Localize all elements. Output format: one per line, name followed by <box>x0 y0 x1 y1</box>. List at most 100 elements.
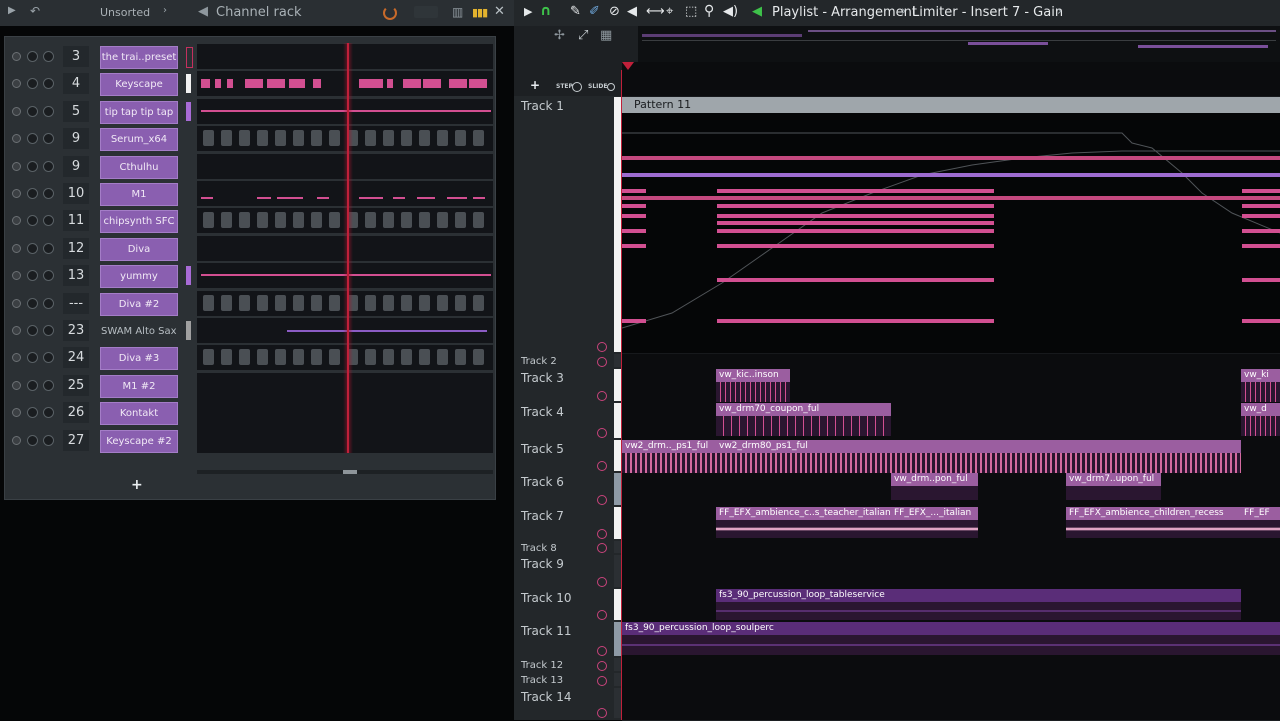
step-button[interactable] <box>419 349 430 366</box>
track-name[interactable]: Track 7 <box>521 509 564 523</box>
channel-mute-led[interactable] <box>12 298 21 308</box>
channel-select-indicator[interactable] <box>186 211 191 230</box>
channel-row[interactable]: --- Diva #2 <box>5 290 495 317</box>
channel-name-button[interactable]: Diva #3 <box>100 347 178 371</box>
volume-knob[interactable] <box>43 160 54 172</box>
mixer-track-number[interactable]: 10 <box>63 183 89 204</box>
channel-row[interactable]: 10 M1 <box>5 180 495 207</box>
audio-clip[interactable]: FF_EF <box>1241 507 1280 520</box>
step-button[interactable] <box>473 349 484 366</box>
swing-knob[interactable] <box>383 6 397 20</box>
channel-select-indicator[interactable] <box>186 129 191 148</box>
track-lane[interactable] <box>622 555 1280 590</box>
track-name[interactable]: Track 4 <box>521 405 564 419</box>
pan-knob[interactable] <box>27 215 38 227</box>
channel-mute-led[interactable] <box>12 326 21 335</box>
step-button[interactable] <box>401 294 412 311</box>
channel-mute-led[interactable] <box>12 189 21 198</box>
step-button[interactable] <box>311 212 322 229</box>
step-button[interactable] <box>293 212 304 229</box>
play-arrow-icon[interactable]: ▶ <box>8 5 16 16</box>
step-button[interactable] <box>239 212 250 229</box>
step-button[interactable] <box>221 130 232 147</box>
audio-clip[interactable]: vw_d <box>1241 403 1280 416</box>
step-button[interactable] <box>293 294 304 311</box>
track-mute-icon[interactable] <box>597 708 607 718</box>
step-button[interactable] <box>365 294 376 311</box>
track-lane[interactable] <box>622 673 1280 689</box>
step-button[interactable] <box>419 212 430 229</box>
step-button[interactable] <box>365 130 376 147</box>
track-mute-icon[interactable] <box>597 646 607 656</box>
track-mute-icon[interactable] <box>597 577 607 587</box>
channel-row[interactable]: 24 Diva #3 <box>5 344 495 371</box>
pan-knob[interactable] <box>27 160 38 172</box>
volume-knob[interactable] <box>43 242 54 254</box>
volume-knob[interactable] <box>43 188 54 199</box>
channel-select-indicator[interactable] <box>186 157 191 176</box>
close-icon[interactable]: ✕ <box>494 4 505 19</box>
audio-clip[interactable]: vw2_drm80_ps1_ful <box>716 440 1241 453</box>
step-button[interactable] <box>455 212 466 229</box>
channel-row[interactable]: 3 the trai..preset <box>5 43 495 70</box>
play-arrow-icon[interactable]: ▶ <box>524 5 532 18</box>
channel-select-indicator[interactable] <box>186 376 191 395</box>
playback-icon[interactable]: ◀) <box>723 4 738 19</box>
channel-row[interactable]: 12 Diva <box>5 235 495 262</box>
step-button[interactable] <box>455 294 466 311</box>
track-mute-icon[interactable] <box>597 529 607 539</box>
zoom-icon[interactable]: ⚲ <box>704 3 714 19</box>
pan-knob[interactable] <box>27 133 38 145</box>
audio-clip[interactable]: FF_EFX_ambience_children_recess <box>1066 507 1241 520</box>
arrangement-overview[interactable] <box>638 26 1280 62</box>
track-name[interactable]: Track 8 <box>521 543 557 554</box>
channel-mute-led[interactable] <box>12 106 21 116</box>
step-button[interactable] <box>437 349 448 366</box>
step-button[interactable] <box>275 349 286 366</box>
volume-knob[interactable] <box>43 51 54 62</box>
track-name[interactable]: Track 13 <box>521 675 563 686</box>
step-button[interactable] <box>311 349 322 366</box>
step-button[interactable] <box>437 130 448 147</box>
track-name[interactable]: Track 14 <box>521 690 571 704</box>
pan-knob[interactable] <box>27 407 38 419</box>
pattern-clip-body[interactable] <box>622 113 1280 353</box>
channel-select-indicator[interactable] <box>186 184 191 203</box>
channel-select-indicator[interactable] <box>186 403 191 422</box>
step-button[interactable] <box>311 130 322 147</box>
mixer-track-number[interactable]: 12 <box>63 237 89 259</box>
step-button[interactable] <box>365 349 376 366</box>
magnet-icon[interactable]: ∩ <box>540 3 551 19</box>
step-button[interactable] <box>293 349 304 366</box>
slice-icon[interactable]: ⌖ <box>666 4 673 19</box>
channel-name-button[interactable]: tip tap tip tap <box>100 100 178 124</box>
channel-row[interactable]: 5 tip tap tip tap <box>5 98 495 125</box>
step-button[interactable] <box>473 294 484 311</box>
connect-icon[interactable]: ⤢ <box>578 28 588 43</box>
track-mute-icon[interactable] <box>597 461 607 471</box>
mixer-track-number[interactable]: 5 <box>63 100 89 122</box>
step-button[interactable] <box>329 294 340 311</box>
step-button[interactable] <box>221 212 232 229</box>
channel-row[interactable]: 4 Keyscape <box>5 70 495 97</box>
audio-clip[interactable]: FF_EFX_ambience_c..s_teacher_italian <box>716 507 891 520</box>
volume-knob[interactable] <box>43 133 54 145</box>
channel-select-indicator[interactable] <box>186 266 191 286</box>
channel-row[interactable]: 11 chipsynth SFC <box>5 207 495 234</box>
channel-name-button[interactable]: Serum_x64 <box>100 128 178 152</box>
mixer-track-number[interactable]: 26 <box>63 402 89 424</box>
playhead-marker[interactable] <box>622 62 634 70</box>
channel-mute-led[interactable] <box>12 161 21 171</box>
step-button[interactable] <box>401 349 412 366</box>
channel-mute-led[interactable] <box>12 52 21 61</box>
track-lane[interactable] <box>622 354 1280 370</box>
paint-brush-icon[interactable]: ✐ <box>589 4 600 19</box>
audio-clip[interactable]: vw_ki <box>1241 369 1280 382</box>
piano-icon[interactable]: ▦ <box>600 28 612 43</box>
mixer-track-number[interactable]: 3 <box>63 46 89 67</box>
step-button[interactable] <box>455 349 466 366</box>
step-button[interactable] <box>311 294 322 311</box>
step-button[interactable] <box>293 130 304 147</box>
track-mute-icon[interactable] <box>597 342 607 352</box>
track-lane[interactable] <box>622 658 1280 674</box>
